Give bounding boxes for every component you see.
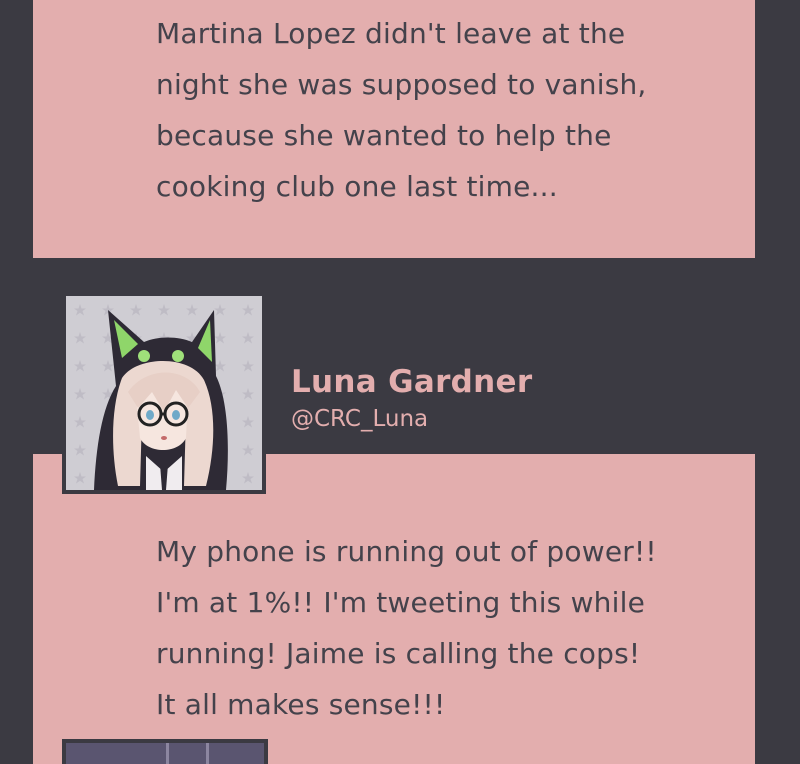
post-text-line: My phone is running out of power!! <box>156 535 657 568</box>
anime-girl-cat-hood-avatar-icon <box>66 296 262 490</box>
post-text-1: Martina Lopez didn't leave at the night … <box>156 8 736 212</box>
author-name[interactable]: Luna Gardner <box>291 364 532 400</box>
avatar[interactable] <box>62 292 266 494</box>
post-text-line: running! Jaime is calling the cops! <box>156 637 641 670</box>
post-text-line: Martina Lopez didn't leave at the <box>156 17 626 50</box>
post-media-thumbnail[interactable] <box>62 739 268 764</box>
post-text-line: night she was supposed to vanish, <box>156 68 647 101</box>
author-handle[interactable]: @CRC_Luna <box>291 406 428 432</box>
post-text-line: It all makes sense!!! <box>156 688 446 721</box>
media-image <box>66 743 264 764</box>
post-card-1[interactable]: Martina Lopez didn't leave at the night … <box>33 0 755 258</box>
post-card-2[interactable]: My phone is running out of power!! I'm a… <box>33 454 755 764</box>
post-text-line: cooking club one last time... <box>156 170 558 203</box>
feed: Martina Lopez didn't leave at the night … <box>0 0 800 764</box>
media-detail <box>206 743 209 764</box>
post-text-2: My phone is running out of power!! I'm a… <box>156 526 736 730</box>
post-text-line: I'm at 1%!! I'm tweeting this while <box>156 586 646 619</box>
post-text-line: because she wanted to help the <box>156 119 612 152</box>
media-detail <box>166 743 169 764</box>
